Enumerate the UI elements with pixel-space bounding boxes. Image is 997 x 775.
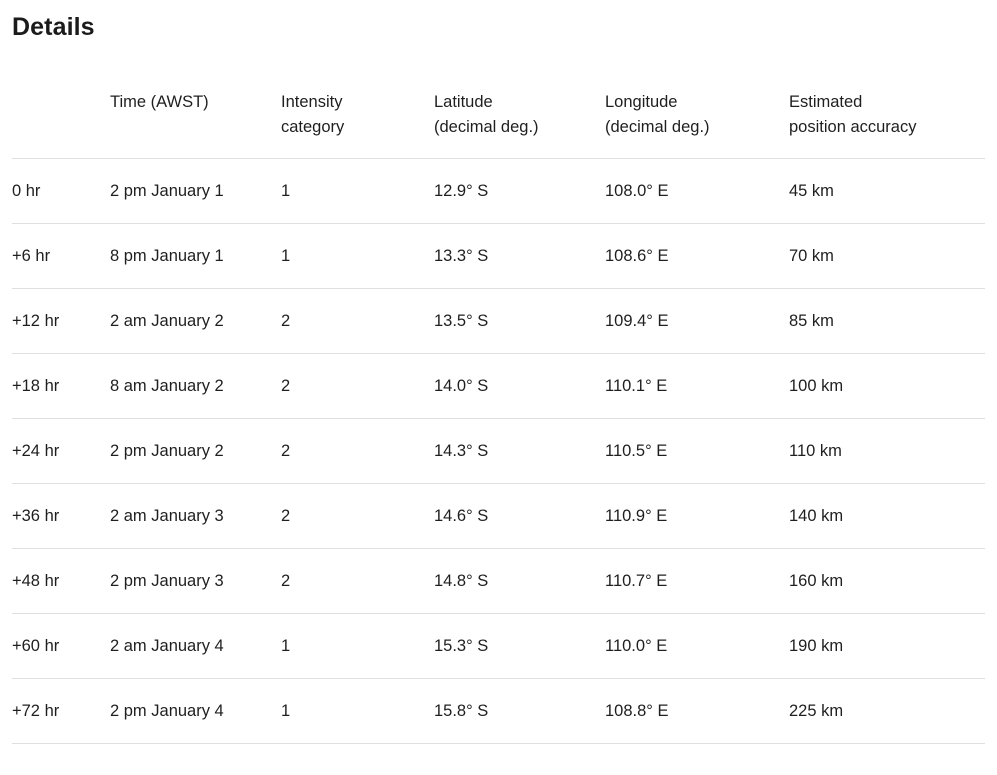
cell-intensity: 1: [281, 679, 434, 744]
details-table: Time (AWST) Intensity category Latitude …: [12, 90, 985, 744]
table-row: +60 hr2 am January 4115.3° S110.0° E190 …: [12, 614, 985, 679]
cell-longitude: 109.4° E: [605, 289, 789, 354]
cell-latitude: 14.6° S: [434, 484, 605, 549]
cell-intensity: 2: [281, 484, 434, 549]
cell-accuracy: 160 km: [789, 549, 985, 614]
cell-intensity: 1: [281, 159, 434, 224]
cell-intensity: 1: [281, 614, 434, 679]
cell-hour: +6 hr: [12, 224, 110, 289]
cell-hour: +48 hr: [12, 549, 110, 614]
cell-accuracy: 45 km: [789, 159, 985, 224]
cell-hour: +18 hr: [12, 354, 110, 419]
cell-latitude: 15.3° S: [434, 614, 605, 679]
cell-intensity: 1: [281, 224, 434, 289]
cell-latitude: 13.5° S: [434, 289, 605, 354]
header-row: Time (AWST) Intensity category Latitude …: [12, 90, 985, 159]
cell-longitude: 110.5° E: [605, 419, 789, 484]
header-hour: [12, 90, 110, 159]
cell-hour: +36 hr: [12, 484, 110, 549]
cell-time: 2 pm January 1: [110, 159, 281, 224]
cell-time: 8 pm January 1: [110, 224, 281, 289]
cell-longitude: 110.9° E: [605, 484, 789, 549]
cell-time: 2 am January 2: [110, 289, 281, 354]
cell-time: 2 am January 3: [110, 484, 281, 549]
header-intensity-label: Intensity category: [281, 93, 344, 136]
table-row: +12 hr2 am January 2213.5° S109.4° E85 k…: [12, 289, 985, 354]
cell-accuracy: 190 km: [789, 614, 985, 679]
table-row: +18 hr8 am January 2214.0° S110.1° E100 …: [12, 354, 985, 419]
cell-longitude: 108.8° E: [605, 679, 789, 744]
table-row: +24 hr2 pm January 2214.3° S110.5° E110 …: [12, 419, 985, 484]
cell-longitude: 108.6° E: [605, 224, 789, 289]
header-time: Time (AWST): [110, 90, 281, 159]
cell-accuracy: 70 km: [789, 224, 985, 289]
header-intensity: Intensity category: [281, 90, 434, 159]
cell-latitude: 13.3° S: [434, 224, 605, 289]
cell-longitude: 110.7° E: [605, 549, 789, 614]
header-accuracy: Estimated position accuracy: [789, 90, 985, 159]
cell-time: 2 pm January 2: [110, 419, 281, 484]
header-longitude: Longitude (decimal deg.): [605, 90, 789, 159]
cell-intensity: 2: [281, 289, 434, 354]
header-latitude-label: Latitude (decimal deg.): [434, 93, 539, 136]
table-header: Time (AWST) Intensity category Latitude …: [12, 90, 985, 159]
cell-time: 2 am January 4: [110, 614, 281, 679]
header-time-label: Time (AWST): [110, 93, 209, 111]
cell-accuracy: 140 km: [789, 484, 985, 549]
cell-time: 2 pm January 4: [110, 679, 281, 744]
cell-latitude: 14.3° S: [434, 419, 605, 484]
header-latitude: Latitude (decimal deg.): [434, 90, 605, 159]
cell-hour: +12 hr: [12, 289, 110, 354]
table-body: 0 hr2 pm January 1112.9° S108.0° E45 km+…: [12, 159, 985, 744]
cell-intensity: 2: [281, 549, 434, 614]
cell-hour: +24 hr: [12, 419, 110, 484]
table-row: +6 hr8 pm January 1113.3° S108.6° E70 km: [12, 224, 985, 289]
cell-latitude: 15.8° S: [434, 679, 605, 744]
cell-time: 2 pm January 3: [110, 549, 281, 614]
cell-latitude: 14.8° S: [434, 549, 605, 614]
cell-intensity: 2: [281, 354, 434, 419]
table-row: 0 hr2 pm January 1112.9° S108.0° E45 km: [12, 159, 985, 224]
cell-intensity: 2: [281, 419, 434, 484]
cell-time: 8 am January 2: [110, 354, 281, 419]
page-title: Details: [12, 12, 985, 42]
cell-longitude: 110.1° E: [605, 354, 789, 419]
cell-latitude: 14.0° S: [434, 354, 605, 419]
cell-longitude: 108.0° E: [605, 159, 789, 224]
cell-accuracy: 225 km: [789, 679, 985, 744]
table-row: +48 hr2 pm January 3214.8° S110.7° E160 …: [12, 549, 985, 614]
cell-accuracy: 110 km: [789, 419, 985, 484]
cell-hour: +72 hr: [12, 679, 110, 744]
cell-hour: +60 hr: [12, 614, 110, 679]
header-accuracy-label: Estimated position accuracy: [789, 93, 916, 136]
cell-accuracy: 100 km: [789, 354, 985, 419]
header-longitude-label: Longitude (decimal deg.): [605, 93, 710, 136]
table-row: +72 hr2 pm January 4115.8° S108.8° E225 …: [12, 679, 985, 744]
cell-hour: 0 hr: [12, 159, 110, 224]
cell-latitude: 12.9° S: [434, 159, 605, 224]
table-row: +36 hr2 am January 3214.6° S110.9° E140 …: [12, 484, 985, 549]
details-page: Details Time (AWST) Intensity category: [0, 0, 997, 775]
cell-longitude: 110.0° E: [605, 614, 789, 679]
cell-accuracy: 85 km: [789, 289, 985, 354]
